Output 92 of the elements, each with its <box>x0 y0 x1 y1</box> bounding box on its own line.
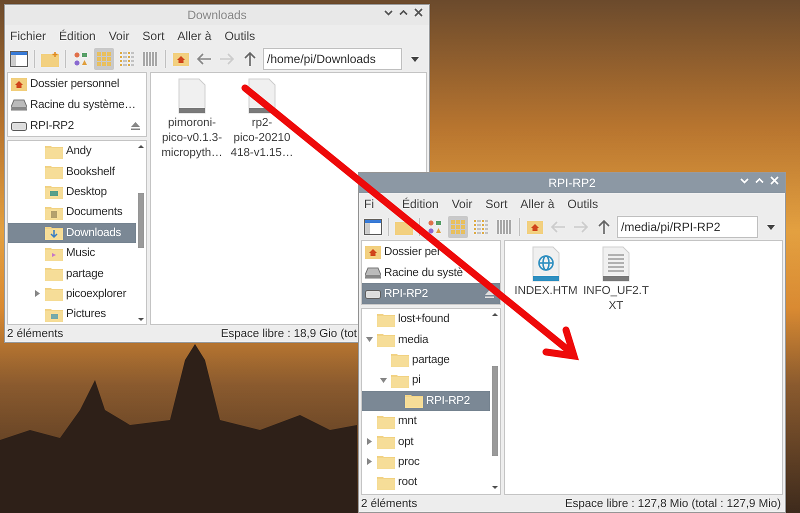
folder-icon <box>377 312 395 327</box>
side-pane-icon[interactable] <box>9 48 29 70</box>
menu-item[interactable]: Fi <box>364 196 374 210</box>
menu-item[interactable]: Voir <box>108 28 130 42</box>
folder-icon <box>45 144 63 159</box>
tree-item[interactable]: root <box>362 472 490 493</box>
folder-icon <box>45 266 63 282</box>
folder-icon <box>45 164 63 180</box>
eject-icon[interactable] <box>131 122 140 130</box>
scrollbar-drawing[interactable] <box>137 143 145 323</box>
file-name[interactable]: pimoroni- pico-v0.1.3- micropyth… <box>161 116 223 161</box>
folder-icon <box>45 225 63 240</box>
folder-icon <box>377 414 395 429</box>
file-name[interactable]: INFO_UF2.T XT <box>583 284 649 314</box>
expanded-arrow-icon[interactable] <box>366 336 372 344</box>
tree-item[interactable]: proc <box>362 452 490 472</box>
maximize-icon[interactable] <box>399 8 408 17</box>
free-space-text: Espace libre : 18,9 Gio (tot <box>220 328 357 340</box>
eject-icon[interactable] <box>485 290 494 298</box>
tree-item[interactable]: partage <box>362 350 490 370</box>
home-folder-icon <box>365 244 381 258</box>
file-icon <box>532 246 560 282</box>
menu-item[interactable]: Sort <box>485 196 508 210</box>
home-folder-icon <box>173 52 189 66</box>
collapsed-arrow-icon[interactable] <box>366 458 372 466</box>
file-icon <box>602 246 630 282</box>
place-item[interactable]: Dossier per <box>362 241 500 262</box>
menu-item[interactable]: Aller à <box>177 28 212 42</box>
drive-icon <box>365 266 381 278</box>
menu-item[interactable]: Outils <box>224 28 256 42</box>
tree-item[interactable]: Music <box>8 242 136 264</box>
path-field[interactable]: /home/pi/Downloads <box>263 48 402 70</box>
folder-icon <box>377 474 395 490</box>
menu-item[interactable]: Édition <box>402 196 439 210</box>
menu-item[interactable]: Aller à <box>520 196 554 210</box>
tree-item[interactable]: Bookshelf <box>8 161 136 182</box>
tree-item[interactable]: mnt <box>362 410 490 432</box>
window-title: Downloads <box>187 8 247 22</box>
folder-icon <box>391 352 409 368</box>
place-item[interactable]: Racine du système… <box>8 94 146 115</box>
tree-item[interactable]: RPI-RP2 <box>362 390 490 411</box>
menu-item[interactable]: Outils <box>567 196 598 210</box>
file-name[interactable]: INDEX.HTM <box>514 284 578 299</box>
folder-icon <box>391 372 409 388</box>
path-field[interactable]: /media/pi/RPI-RP2 <box>617 216 758 238</box>
drive-icon <box>365 288 381 298</box>
item-count: 2 éléments <box>361 498 418 510</box>
window-title: RPI-RP2 <box>548 176 596 190</box>
place-item[interactable]: Dossier personnel <box>8 73 146 94</box>
tree-item[interactable]: Andy <box>8 141 136 162</box>
collapsed-arrow-icon[interactable] <box>366 438 372 446</box>
menu-item[interactable]: Édition <box>59 28 96 42</box>
folder-icon <box>45 184 63 200</box>
tree-item[interactable]: partage <box>8 263 136 284</box>
tree-item[interactable]: pi <box>362 370 490 391</box>
menu-item[interactable]: Fichier <box>10 28 46 42</box>
drive-icon <box>11 98 27 110</box>
expanded-arrow-icon[interactable] <box>380 376 386 384</box>
item-count: 2 éléments <box>7 328 64 340</box>
side-pane-icon[interactable] <box>363 216 383 238</box>
folder-icon <box>405 393 423 408</box>
folder-icon <box>377 454 395 470</box>
tree-item[interactable]: Pictures <box>8 304 136 324</box>
free-space-text: Espace libre : 127,8 Mio (total : 127,9 Mio) <box>564 498 781 510</box>
folder-icon <box>45 286 63 302</box>
minimize-icon[interactable] <box>384 8 393 17</box>
menu-item[interactable]: Voir <box>452 196 472 210</box>
minimize-icon[interactable] <box>740 176 749 185</box>
home-folder-icon <box>11 76 27 90</box>
folder-icon <box>45 204 63 220</box>
place-item[interactable]: RPI-RP2 <box>362 283 500 304</box>
menu-item[interactable]: Sort <box>142 28 164 42</box>
tree-item[interactable]: media <box>362 329 490 350</box>
place-item[interactable]: RPI-RP2 <box>8 115 146 136</box>
folder-icon <box>377 332 395 348</box>
folder-icon <box>45 306 63 322</box>
collapsed-arrow-icon[interactable] <box>34 290 40 298</box>
place-item[interactable]: Racine du systè <box>362 262 500 283</box>
folder-icon <box>377 434 395 450</box>
tree-item[interactable]: opt <box>362 431 490 452</box>
tree-item[interactable]: Documents <box>8 202 136 223</box>
drive-icon <box>11 120 27 130</box>
scrollbar-drawing[interactable] <box>491 311 499 491</box>
home-folder-icon <box>527 220 543 234</box>
close-icon[interactable] <box>414 8 423 17</box>
file-name[interactable]: rp2- pico-20210 418-v1.15… <box>230 116 294 161</box>
tree-item[interactable]: picoexplorer <box>8 284 136 304</box>
tree-item[interactable]: Desktop <box>8 182 136 202</box>
tree-item[interactable]: Downloads <box>8 222 136 243</box>
folder-icon <box>45 246 63 261</box>
file-icon <box>178 78 206 114</box>
tree-item[interactable]: lost+found <box>362 309 490 330</box>
